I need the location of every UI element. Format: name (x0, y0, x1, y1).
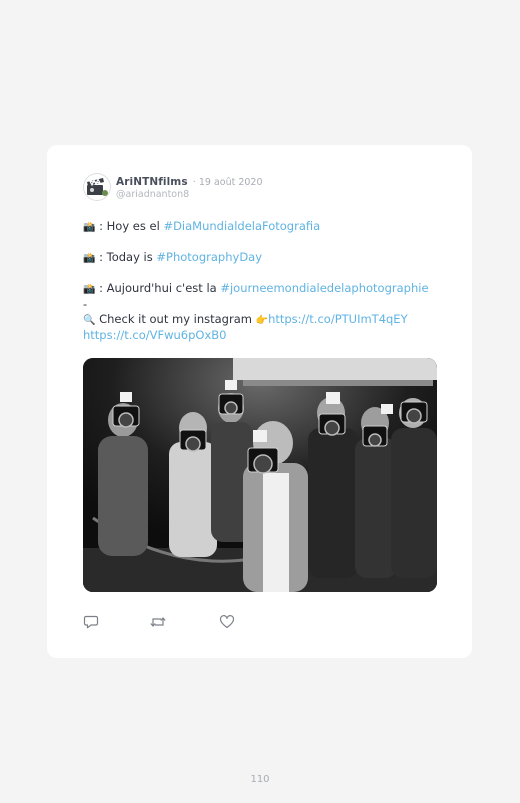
like-icon[interactable] (219, 614, 235, 630)
tweet-photo[interactable] (83, 358, 437, 592)
tweet-line-spanish: 📸 : Hoy es el #DiaMundialdelaFotografia (83, 219, 443, 235)
photographers-photo-image (83, 358, 437, 592)
line-text: : Hoy es el (99, 219, 164, 233)
instagram-link[interactable]: https://t.co/PTUImT4qEY (268, 312, 408, 326)
tweet-line-media-link: https://t.co/VFwu6pOxB0 (83, 328, 443, 343)
camera-flash-emoji-icon: 📸 (83, 222, 96, 233)
tweet-line-french: 📸 : Aujourd'hui c'est la #journeemondial… (83, 281, 443, 297)
hashtag-link[interactable]: #DiaMundialdelaFotografia (163, 219, 320, 233)
hashtag-link[interactable]: #journeemondialedelaphotographie (220, 281, 428, 295)
avatar[interactable] (83, 173, 111, 201)
page-number: 110 (250, 774, 270, 785)
camera-flash-emoji-icon: 📸 (83, 253, 96, 264)
tweet-line-english: 📸 : Today is #PhotographyDay (83, 250, 443, 266)
author-handle[interactable]: @ariadnanton8 (116, 189, 263, 201)
pointing-hand-emoji-icon: 👉 (255, 315, 269, 326)
retweet-icon[interactable] (149, 614, 166, 630)
reply-icon[interactable] (83, 614, 99, 630)
tweet-text: 📸 : Hoy es el #DiaMundialdelaFotografia … (83, 219, 443, 343)
tweet-date[interactable]: · 19 août 2020 (193, 177, 263, 188)
tweet-line-separator: - (83, 297, 88, 311)
tweet-meta: AriNTNfilms · 19 août 2020 @ariadnanton8 (116, 174, 263, 201)
magnifier-emoji-icon: 🔍 (83, 315, 96, 326)
clapperboard-avatar-icon (83, 173, 111, 201)
line-text: : Today is (99, 250, 157, 264)
line-text: : Aujourd'hui c'est la (99, 281, 221, 295)
author-name[interactable]: AriNTNfilms (116, 176, 188, 188)
line-text: Check it out my instagram (99, 312, 256, 326)
camera-flash-emoji-icon: 📸 (83, 284, 96, 295)
tweet-card: AriNTNfilms · 19 août 2020 @ariadnanton8… (47, 145, 472, 658)
tweet-line-instagram: 🔍 Check it out my instagram 👉https://t.c… (83, 312, 443, 328)
hashtag-link[interactable]: #PhotographyDay (156, 250, 262, 264)
media-link[interactable]: https://t.co/VFwu6pOxB0 (83, 328, 226, 342)
